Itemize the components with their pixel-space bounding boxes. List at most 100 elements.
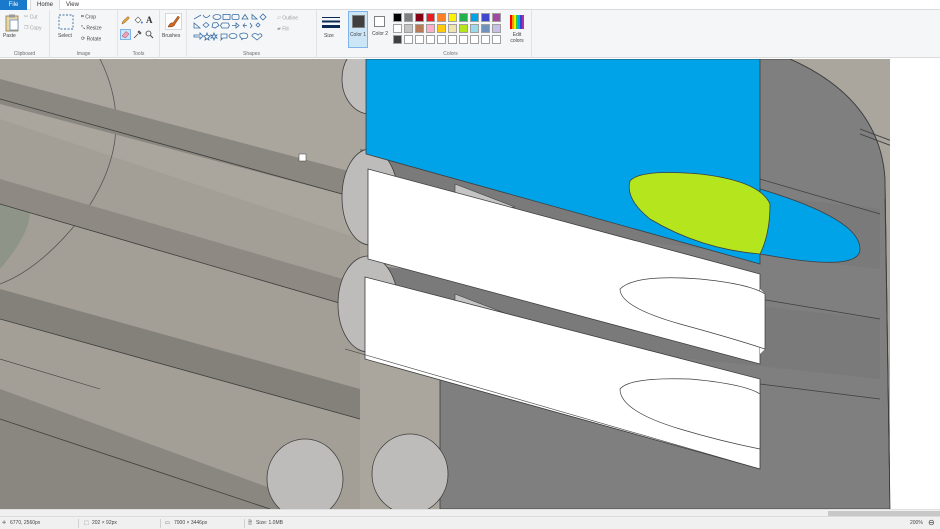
outline-label: Outline (282, 15, 299, 22)
palette-swatch[interactable] (481, 13, 490, 22)
status-separator (78, 519, 79, 528)
copy-label: Copy (29, 25, 42, 32)
palette-swatch[interactable] (492, 24, 501, 33)
crop-icon: ⌗ (81, 14, 84, 20)
color-picker-icon[interactable] (133, 30, 142, 41)
magnifier-icon[interactable] (145, 30, 154, 41)
selection-size: 202 × 92px (92, 520, 117, 526)
palette-swatch[interactable] (426, 35, 435, 44)
palette-swatch[interactable] (415, 13, 424, 22)
palette-swatch[interactable] (437, 13, 446, 22)
palette-swatch[interactable] (481, 35, 490, 44)
edit-colors-icon[interactable] (510, 15, 524, 31)
select-button[interactable]: Select (58, 33, 72, 39)
palette-swatch[interactable] (448, 24, 457, 33)
drawing-canvas[interactable] (0, 59, 940, 509)
fill-label: Fill (282, 26, 289, 33)
cut-label: Cut (29, 14, 38, 21)
palette-swatch[interactable] (470, 13, 479, 22)
palette-swatch[interactable] (448, 13, 457, 22)
palette-swatch[interactable] (492, 13, 501, 22)
outline-icon: ▱ (277, 15, 281, 21)
resize-icon: ⤡ (81, 25, 86, 31)
shapes-gallery[interactable] (192, 13, 274, 49)
color2-swatch (374, 16, 385, 27)
image-group: Select ⌗ Crop ⤡ Resize ⟳ Rotate Image (50, 10, 118, 58)
copy-button[interactable]: ❐ Copy (24, 25, 42, 31)
colors-group: Edit colors Colors (390, 10, 532, 58)
cut-button[interactable]: ✂ Cut (24, 14, 37, 20)
colors-group-label: Colors (443, 51, 458, 57)
palette-swatch[interactable] (459, 13, 468, 22)
status-separator (160, 519, 161, 528)
canvas-viewport[interactable] (0, 59, 940, 509)
paste-icon[interactable] (5, 14, 19, 34)
size-button[interactable]: Size (324, 33, 334, 39)
text-tool-icon[interactable]: A (146, 15, 153, 25)
color1-selector[interactable]: Color 1 (348, 11, 368, 48)
file-size: Size: 1.0MB (256, 520, 283, 526)
palette-swatch[interactable] (393, 24, 402, 33)
palette-swatch[interactable] (404, 13, 413, 22)
color1-label: Color 1 (349, 32, 367, 38)
status-bar: ✛ 6770, 2560px ⬚ 202 × 92px ▭ 7000 × 344… (0, 516, 940, 529)
paste-button[interactable]: Paste (3, 33, 16, 39)
palette-swatch[interactable] (459, 35, 468, 44)
active-colors-group: Color 1 Color 2 (346, 10, 390, 58)
size-group: Size (317, 10, 346, 58)
palette-swatch[interactable] (426, 24, 435, 33)
resize-button[interactable]: ⤡ Resize (81, 25, 102, 31)
fill-button[interactable]: ▰ Fill (277, 26, 289, 32)
palette-swatch[interactable] (415, 35, 424, 44)
rotate-button[interactable]: ⟳ Rotate (81, 36, 101, 42)
tab-home[interactable]: Home (30, 0, 61, 10)
outline-button[interactable]: ▱ Outline (277, 15, 298, 21)
edit-colors-button[interactable]: Edit colors (508, 32, 526, 44)
palette-swatch[interactable] (448, 35, 457, 44)
color1-swatch (352, 15, 365, 28)
canvas-size: 7000 × 3446px (174, 520, 208, 526)
brush-icon[interactable] (165, 13, 182, 32)
palette-swatch[interactable] (470, 24, 479, 33)
selection-size-icon: ⬚ (84, 520, 89, 526)
fill-icon: ▰ (277, 26, 281, 32)
palette-swatch[interactable] (426, 13, 435, 22)
palette-swatch[interactable] (481, 24, 490, 33)
image-group-label: Image (76, 51, 91, 57)
palette-swatch[interactable] (437, 24, 446, 33)
status-separator (244, 519, 245, 528)
tab-view[interactable]: View (60, 0, 85, 10)
palette-swatch[interactable] (393, 35, 402, 44)
file-size-icon: 🗎 (248, 520, 253, 526)
selection-handle[interactable] (298, 153, 307, 162)
palette-swatch[interactable] (459, 24, 468, 33)
brushes-button[interactable]: Brushes (162, 33, 180, 39)
palette-swatch[interactable] (393, 13, 402, 22)
palette-swatch[interactable] (415, 24, 424, 33)
rotate-icon: ⟳ (81, 36, 86, 42)
eraser-icon[interactable] (120, 29, 131, 40)
tools-group: A Tools (118, 10, 160, 58)
horizontal-scrollbar[interactable] (0, 509, 940, 516)
fill-bucket-icon[interactable] (133, 16, 143, 27)
zoom-level: 200% (910, 520, 923, 526)
palette-swatch[interactable] (470, 35, 479, 44)
palette-swatch[interactable] (492, 35, 501, 44)
color2-label: Color 2 (371, 31, 389, 37)
clipboard-group: Paste ✂ Cut ❐ Copy Clipboard (0, 10, 50, 58)
palette-swatch[interactable] (404, 35, 413, 44)
brushes-group: Brushes (160, 10, 187, 58)
crop-button[interactable]: ⌗ Crop (81, 14, 96, 20)
pencil-icon[interactable] (121, 16, 130, 27)
tab-file[interactable]: File (0, 0, 27, 10)
clipboard-group-label: Clipboard (13, 51, 36, 57)
shapes-group: ▱ Outline ▰ Fill Shapes (187, 10, 317, 58)
cursor-position: 6770, 2560px (10, 520, 41, 526)
zoom-out-icon[interactable]: ⊖ (928, 518, 935, 527)
line-width-icon[interactable] (322, 16, 340, 32)
palette-swatch[interactable] (437, 35, 446, 44)
select-icon[interactable] (58, 14, 74, 32)
color2-selector[interactable]: Color 2 (370, 11, 390, 48)
palette-swatch[interactable] (404, 24, 413, 33)
roller-bottom-2 (371, 433, 449, 509)
